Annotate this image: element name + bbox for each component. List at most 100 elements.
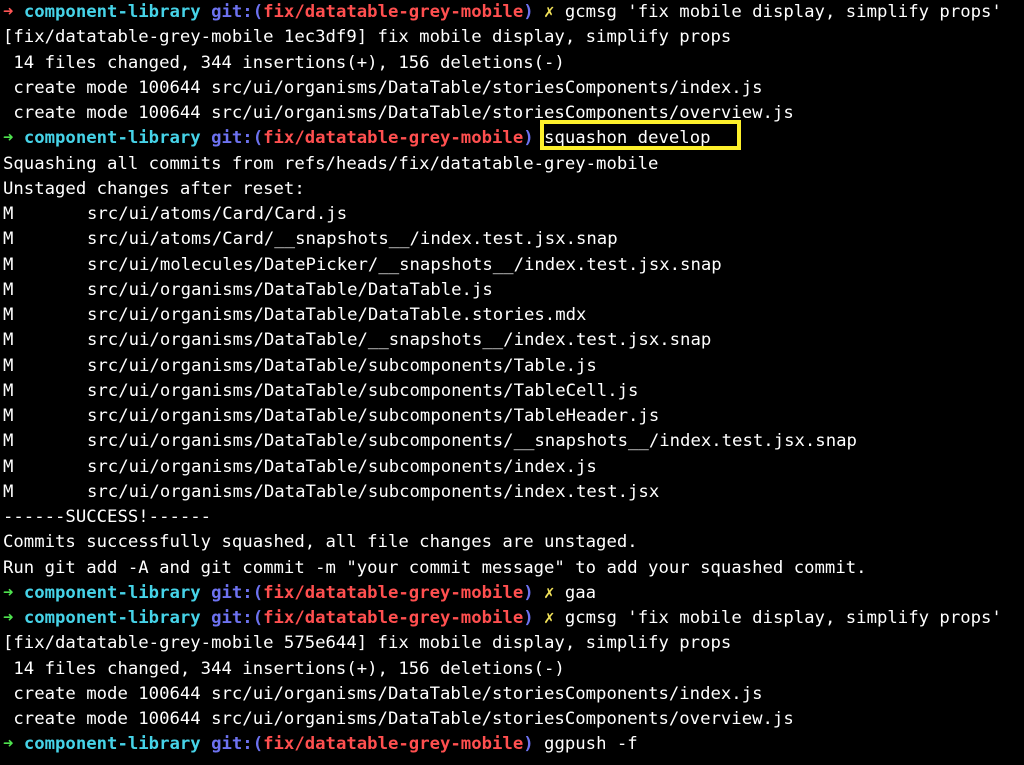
prompt-git-label: git:( bbox=[211, 2, 264, 22]
prompt-line: ➜ component-library git:(fix/datatable-g… bbox=[0, 606, 1024, 631]
file-status-code: M bbox=[3, 330, 14, 351]
output-text: [fix/datatable-grey-mobile 1ec3df9] fix … bbox=[3, 27, 732, 48]
prompt-directory: component-library bbox=[23, 128, 201, 149]
prompt-git-label: git:( bbox=[211, 608, 264, 628]
file-status-code: M bbox=[3, 229, 14, 250]
arrow-success-icon: ➜ bbox=[3, 582, 14, 603]
prompt-branch: fix/datatable-grey-mobile bbox=[263, 608, 524, 628]
prompt-git-label: git:( bbox=[211, 734, 264, 755]
output-text: [fix/datatable-grey-mobile 575e644] fix … bbox=[3, 633, 732, 654]
file-status-line: Msrc/ui/organisms/DataTable/subcomponent… bbox=[0, 379, 1024, 404]
output-text: Run git add -A and git commit -m "your c… bbox=[3, 557, 867, 578]
output-text: ------SUCCESS!------ bbox=[3, 507, 212, 527]
file-status-line: Msrc/ui/organisms/DataTable/subcomponent… bbox=[0, 480, 1024, 505]
command-text: ggpush -f bbox=[544, 734, 638, 755]
output-text: Commits successfully squashed, all file … bbox=[3, 532, 638, 553]
file-path: src/ui/organisms/DataTable/__snapshots__… bbox=[87, 330, 712, 351]
file-status-code: M bbox=[3, 305, 14, 325]
output-line: [fix/datatable-grey-mobile 1ec3df9] fix … bbox=[0, 25, 1024, 50]
file-status-code: M bbox=[3, 254, 14, 275]
arrow-success-icon: ➜ bbox=[3, 608, 14, 628]
file-status-code: M bbox=[3, 456, 14, 477]
file-status-code: M bbox=[3, 431, 14, 452]
file-path: src/ui/organisms/DataTable/subcomponents… bbox=[87, 431, 857, 452]
file-status-code: M bbox=[3, 406, 14, 426]
prompt-line: ➜ component-library git:(fix/datatable-g… bbox=[0, 581, 1024, 606]
file-status-code: M bbox=[3, 279, 14, 300]
file-status-code: M bbox=[3, 380, 14, 401]
prompt-close-paren: ) bbox=[523, 608, 534, 628]
file-path: src/ui/organisms/DataTable/DataTable.js bbox=[87, 279, 493, 300]
prompt-branch: fix/datatable-grey-mobile bbox=[263, 128, 524, 149]
output-line: Unstaged changes after reset: bbox=[0, 177, 1024, 202]
output-text: 14 files changed, 344 insertions(+), 156… bbox=[3, 52, 565, 73]
file-status-line: Msrc/ui/organisms/DataTable/DataTable.st… bbox=[0, 303, 1024, 328]
output-text: create mode 100644 src/ui/organisms/Data… bbox=[3, 103, 794, 123]
file-path: src/ui/organisms/DataTable/subcomponents… bbox=[87, 355, 597, 376]
output-line: 14 files changed, 344 insertions(+), 156… bbox=[0, 657, 1024, 682]
prompt-line: ➜ component-library git:(fix/datatable-g… bbox=[0, 126, 1024, 151]
output-line: [fix/datatable-grey-mobile 575e644] fix … bbox=[0, 631, 1024, 656]
file-path: src/ui/organisms/DataTable/subcomponents… bbox=[87, 406, 660, 426]
file-status-line: Msrc/ui/organisms/DataTable/subcomponent… bbox=[0, 455, 1024, 480]
prompt-close-paren: ) bbox=[523, 734, 534, 755]
file-status-line: Msrc/ui/organisms/DataTable/subcomponent… bbox=[0, 429, 1024, 454]
prompt-line: ➜ component-library git:(fix/datatable-g… bbox=[0, 0, 1024, 25]
output-text: create mode 100644 src/ui/organisms/Data… bbox=[3, 77, 763, 98]
prompt-branch: fix/datatable-grey-mobile bbox=[263, 582, 524, 603]
output-line: ------SUCCESS!------ bbox=[0, 505, 1024, 530]
prompt-directory: component-library bbox=[23, 2, 201, 22]
output-line: 14 files changed, 344 insertions(+), 156… bbox=[0, 51, 1024, 76]
file-status-line: Msrc/ui/organisms/DataTable/__snapshots_… bbox=[0, 328, 1024, 353]
output-text: create mode 100644 src/ui/organisms/Data… bbox=[3, 709, 794, 729]
command-text: gaa bbox=[564, 582, 597, 603]
dirty-mark-icon: ✗ bbox=[544, 582, 555, 603]
file-path: src/ui/organisms/DataTable/subcomponents… bbox=[87, 481, 660, 502]
output-line: Run git add -A and git commit -m "your c… bbox=[0, 556, 1024, 581]
prompt-directory: component-library bbox=[23, 582, 201, 603]
file-status-code: M bbox=[3, 481, 14, 502]
file-status-code: M bbox=[3, 355, 14, 376]
file-status-code: M bbox=[3, 204, 14, 224]
prompt-close-paren: ) bbox=[523, 582, 534, 603]
output-text: create mode 100644 src/ui/organisms/Data… bbox=[3, 683, 763, 704]
prompt-directory: component-library bbox=[23, 608, 201, 628]
prompt-close-paren: ) bbox=[523, 128, 534, 149]
file-path: src/ui/organisms/DataTable/subcomponents… bbox=[87, 380, 639, 401]
command-text: gcmsg 'fix mobile display, simplify prop… bbox=[564, 2, 1002, 22]
file-status-line: Msrc/ui/organisms/DataTable/DataTable.js bbox=[0, 278, 1024, 303]
arrow-success-icon: ➜ bbox=[3, 734, 14, 755]
terminal-window[interactable]: ➜ component-library git:(fix/datatable-g… bbox=[0, 0, 1024, 765]
prompt-branch: fix/datatable-grey-mobile bbox=[263, 734, 524, 755]
prompt-close-paren: ) bbox=[523, 2, 534, 22]
file-path: src/ui/molecules/DatePicker/__snapshots_… bbox=[87, 254, 722, 275]
file-path: src/ui/atoms/Card/Card.js bbox=[87, 204, 348, 224]
output-line: create mode 100644 src/ui/organisms/Data… bbox=[0, 707, 1024, 732]
arrow-success-icon: ➜ bbox=[3, 128, 14, 149]
output-text: Squashing all commits from refs/heads/fi… bbox=[3, 153, 659, 174]
dirty-mark-icon: ✗ bbox=[544, 608, 555, 628]
output-line: Commits successfully squashed, all file … bbox=[0, 530, 1024, 555]
file-status-line: Msrc/ui/molecules/DatePicker/__snapshots… bbox=[0, 253, 1024, 278]
prompt-git-label: git:( bbox=[211, 582, 264, 603]
output-line: create mode 100644 src/ui/organisms/Data… bbox=[0, 101, 1024, 126]
file-status-line: Msrc/ui/organisms/DataTable/subcomponent… bbox=[0, 404, 1024, 429]
prompt-branch: fix/datatable-grey-mobile bbox=[263, 2, 524, 22]
file-status-line: Msrc/ui/organisms/DataTable/subcomponent… bbox=[0, 354, 1024, 379]
file-status-line: Msrc/ui/atoms/Card/__snapshots__/index.t… bbox=[0, 227, 1024, 252]
terminal-output: ➜ component-library git:(fix/datatable-g… bbox=[0, 0, 1024, 758]
prompt-git-label: git:( bbox=[211, 128, 264, 149]
command-text: squashon develop bbox=[544, 128, 711, 149]
output-line: create mode 100644 src/ui/organisms/Data… bbox=[0, 682, 1024, 707]
dirty-mark-icon: ✗ bbox=[544, 2, 555, 22]
output-line: create mode 100644 src/ui/organisms/Data… bbox=[0, 76, 1024, 101]
output-line: Squashing all commits from refs/heads/fi… bbox=[0, 152, 1024, 177]
file-path: src/ui/atoms/Card/__snapshots__/index.te… bbox=[87, 229, 618, 250]
file-path: src/ui/organisms/DataTable/DataTable.sto… bbox=[87, 305, 587, 325]
command-text: gcmsg 'fix mobile display, simplify prop… bbox=[564, 608, 1002, 628]
arrow-error-icon: ➜ bbox=[3, 2, 14, 22]
file-status-line: Msrc/ui/atoms/Card/Card.js bbox=[0, 202, 1024, 227]
file-path: src/ui/organisms/DataTable/subcomponents… bbox=[87, 456, 597, 477]
output-text: Unstaged changes after reset: bbox=[3, 178, 305, 199]
prompt-directory: component-library bbox=[23, 734, 201, 755]
